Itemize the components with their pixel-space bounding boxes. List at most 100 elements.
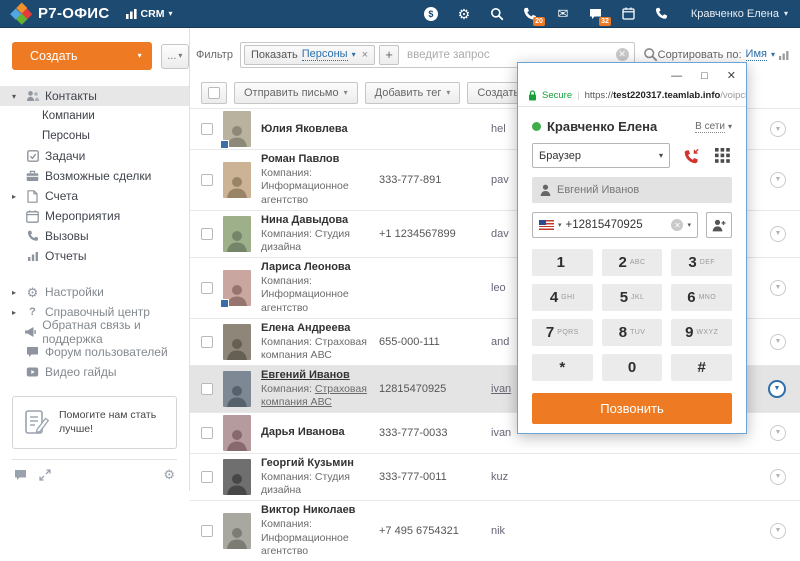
sidebar-item-invoices[interactable]: ▸ Счета: [0, 186, 189, 206]
dialpad-key-hash[interactable]: #: [671, 354, 732, 381]
sidebar-item-events[interactable]: Мероприятия: [0, 206, 189, 226]
expand-icon[interactable]: [39, 469, 51, 481]
sidebar-item-deals[interactable]: Возможные сделки: [0, 166, 189, 186]
sidebar-item-contacts[interactable]: ▾ Контакты: [0, 86, 189, 106]
row-actions-button[interactable]: ▼: [770, 280, 786, 296]
dialpad-key-2[interactable]: 2ABC: [602, 249, 663, 276]
close-icon[interactable]: ✕: [727, 71, 736, 82]
row-actions-button[interactable]: ▼: [770, 334, 786, 350]
chevron-right-icon: ▸: [8, 288, 20, 297]
row-actions-button[interactable]: ▼: [770, 469, 786, 485]
minimize-icon[interactable]: —: [671, 71, 682, 82]
filter-label: Фильтр: [196, 49, 233, 61]
mail-icon[interactable]: ✉: [555, 6, 571, 22]
device-select[interactable]: Браузер ▾: [532, 143, 670, 168]
dialpad-key-8[interactable]: 8TUV: [602, 319, 663, 346]
payments-icon[interactable]: $: [423, 6, 439, 22]
clear-filter-icon[interactable]: ✕: [616, 48, 629, 61]
status-selector[interactable]: В сети ▾: [695, 121, 732, 133]
row-actions-button[interactable]: ▼: [770, 172, 786, 188]
sidebar-item-feedback[interactable]: Обратная связь и поддержка: [0, 322, 189, 342]
sidebar-item-persons[interactable]: Персоны: [0, 126, 189, 146]
callee-search-input[interactable]: Евгений Иванов: [532, 177, 732, 203]
sidebar-item-video-guides[interactable]: Видео гайды: [0, 362, 189, 382]
row-actions-button[interactable]: ▼: [770, 226, 786, 242]
filter-chip-value[interactable]: Персоны: [302, 48, 348, 61]
sort-order-icon[interactable]: [779, 49, 790, 60]
create-button[interactable]: Создать ▾: [12, 42, 152, 70]
maximize-icon[interactable]: □: [701, 71, 708, 82]
dialpad-key-0[interactable]: 0: [602, 354, 663, 381]
chevron-down-icon: ▾: [352, 51, 356, 59]
voip-calls-icon[interactable]: 20: [522, 6, 538, 22]
sort-control[interactable]: Сортировать по: Имя ▾: [658, 48, 790, 61]
sidebar-item-settings[interactable]: ▸ ⚙ Настройки: [0, 282, 189, 302]
row-checkbox[interactable]: [201, 123, 213, 135]
dialpad-key-7[interactable]: 7PQRS: [532, 319, 593, 346]
secure-label: Secure: [542, 90, 572, 101]
dialpad-key-4[interactable]: 4GHI: [532, 284, 593, 311]
sidebar-item-reports[interactable]: Отчеты: [0, 246, 189, 266]
feedback-promo-card[interactable]: Помогите нам стать лучше!: [12, 396, 177, 449]
row-actions-button[interactable]: ▼: [770, 425, 786, 441]
select-all-checkbox[interactable]: [208, 87, 220, 99]
add-tag-button[interactable]: Добавить тег▾: [365, 82, 461, 104]
filter-chip[interactable]: Показать Персоны ▾ ×: [244, 45, 375, 65]
dialpad-key-1[interactable]: 1: [532, 249, 593, 276]
remove-filter-icon[interactable]: ×: [362, 49, 368, 61]
chevron-down-icon: ▾: [659, 152, 663, 160]
dialpad-key-6[interactable]: 6MNO: [671, 284, 732, 311]
row-checkbox[interactable]: [201, 383, 213, 395]
row-checkbox[interactable]: [201, 471, 213, 483]
dialpad-key-star[interactable]: *: [532, 354, 593, 381]
clear-number-icon[interactable]: ✕: [671, 219, 683, 231]
sort-value[interactable]: Имя: [746, 48, 767, 61]
phone-number-value: +12815470925: [566, 219, 668, 231]
send-letter-button[interactable]: Отправить письмо▾: [234, 82, 358, 104]
flag-us-icon[interactable]: [539, 220, 554, 230]
gear-icon[interactable]: ⚙: [163, 468, 175, 481]
dialpad-key-9[interactable]: 9WXYZ: [671, 319, 732, 346]
row-checkbox[interactable]: [201, 282, 213, 294]
select-all-button[interactable]: [201, 82, 227, 104]
dialpad-key-5[interactable]: 5JKL: [602, 284, 663, 311]
row-checkbox[interactable]: [201, 525, 213, 537]
support-chat-icon[interactable]: [14, 469, 27, 481]
calendar-icon[interactable]: [621, 6, 637, 22]
avatar: [223, 324, 251, 360]
row-actions-button[interactable]: ▼: [770, 523, 786, 539]
dialpad-key-3[interactable]: 3DEF: [671, 249, 732, 276]
chat-icon[interactable]: 32: [588, 6, 604, 22]
phone-number-input[interactable]: ▾ +12815470925 ✕ ▾: [532, 212, 698, 238]
dialpad-grid-icon[interactable]: [712, 146, 732, 166]
sidebar-item-forum[interactable]: Форум пользователей: [0, 342, 189, 362]
call-button[interactable]: Позвонить: [532, 393, 732, 424]
row-checkbox[interactable]: [201, 174, 213, 186]
chevron-right-icon: ▸: [8, 308, 20, 317]
row-actions-button[interactable]: ▼: [768, 380, 786, 398]
address-bar[interactable]: Secure | https://test220317.teamlab.info…: [518, 85, 746, 107]
row-checkbox[interactable]: [201, 228, 213, 240]
product-switcher[interactable]: CRM ▾: [126, 8, 173, 20]
avatar: [223, 216, 251, 252]
add-contact-button[interactable]: [706, 212, 732, 238]
more-actions-button[interactable]: ... ▾: [161, 44, 189, 69]
sidebar-footer: ⚙: [12, 459, 177, 491]
row-actions-button[interactable]: ▼: [770, 121, 786, 137]
row-checkbox[interactable]: [201, 427, 213, 439]
call-red-icon[interactable]: [678, 143, 704, 168]
sidebar-item-calls[interactable]: Вызовы: [0, 226, 189, 246]
contact-row[interactable]: Виктор Николаев Компания: Информационное…: [190, 500, 800, 561]
search-icon[interactable]: [643, 47, 658, 62]
sidebar-item-tasks[interactable]: Задачи: [0, 146, 189, 166]
sidebar-item-companies[interactable]: Компании: [0, 106, 189, 126]
contact-row[interactable]: Георгий Кузьмин Компания: Студия дизайна…: [190, 453, 800, 500]
phone-icon[interactable]: [654, 6, 670, 22]
contacts-icon: [24, 90, 41, 102]
search-icon[interactable]: [489, 6, 505, 22]
row-checkbox[interactable]: [201, 336, 213, 348]
app-logo[interactable]: Р7-ОФИС: [12, 4, 110, 23]
gear-icon[interactable]: ⚙: [456, 6, 472, 22]
add-filter-button[interactable]: +: [379, 45, 399, 65]
user-menu[interactable]: Кравченко Елена ▾: [691, 8, 788, 20]
